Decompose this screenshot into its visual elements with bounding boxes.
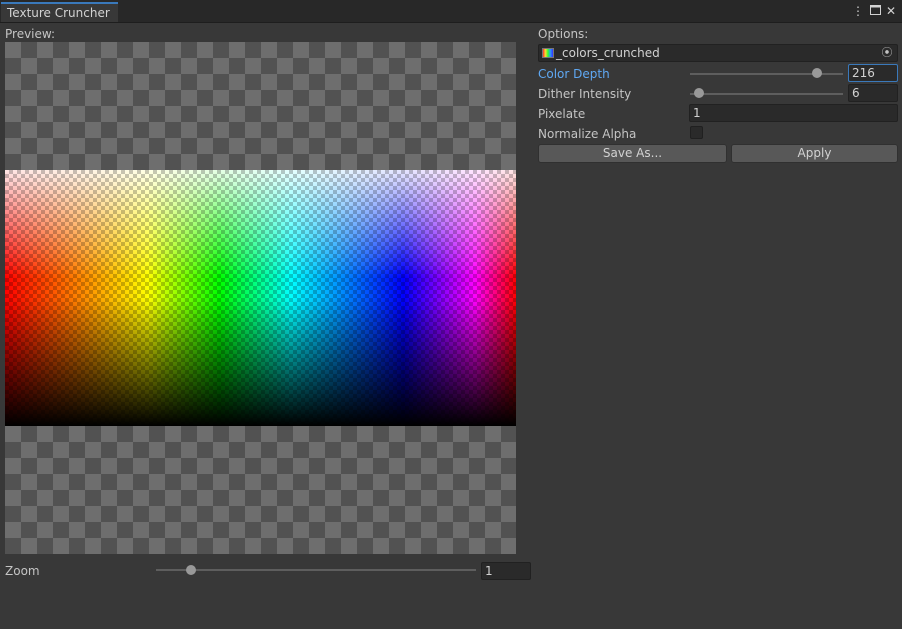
normalize-alpha-checkbox[interactable] [690,126,703,139]
pixelate-input[interactable]: 1 [689,104,898,122]
close-icon[interactable]: ✕ [883,3,899,19]
dither-intensity-slider-thumb[interactable] [694,88,704,98]
color-depth-label: Color Depth [538,67,610,81]
zoom-label: Zoom [5,564,40,578]
dither-intensity-slider-track[interactable] [690,93,843,95]
tab-title: Texture Cruncher [7,6,110,20]
pixelate-label: Pixelate [538,107,586,121]
maximize-icon[interactable] [867,3,883,19]
save-as-button[interactable]: Save As... [538,144,727,163]
texture-object-field[interactable]: _colors_crunched ⦿ [538,44,898,62]
normalize-alpha-label: Normalize Alpha [538,127,637,141]
window-tab-bar: Texture Cruncher ⋮ ✕ [0,0,902,23]
apply-button[interactable]: Apply [731,144,898,163]
color-depth-input[interactable]: 216 [848,64,898,82]
texture-icon [542,48,554,58]
tab-texture-cruncher[interactable]: Texture Cruncher [1,2,118,22]
texture-object-name: _colors_crunched [556,46,660,60]
color-depth-slider-thumb[interactable] [812,68,822,78]
preview-image [5,170,516,426]
zoom-input[interactable]: 1 [481,562,531,580]
kebab-menu-icon[interactable]: ⋮ [850,3,866,19]
dither-intensity-input[interactable]: 6 [848,84,898,102]
object-picker-icon[interactable]: ⦿ [877,45,897,61]
preview-label: Preview: [5,27,56,41]
zoom-slider-track[interactable] [156,569,476,571]
options-label: Options: [538,27,589,41]
dither-intensity-label: Dither Intensity [538,87,632,101]
preview-canvas [5,42,516,554]
zoom-slider-thumb[interactable] [186,565,196,575]
